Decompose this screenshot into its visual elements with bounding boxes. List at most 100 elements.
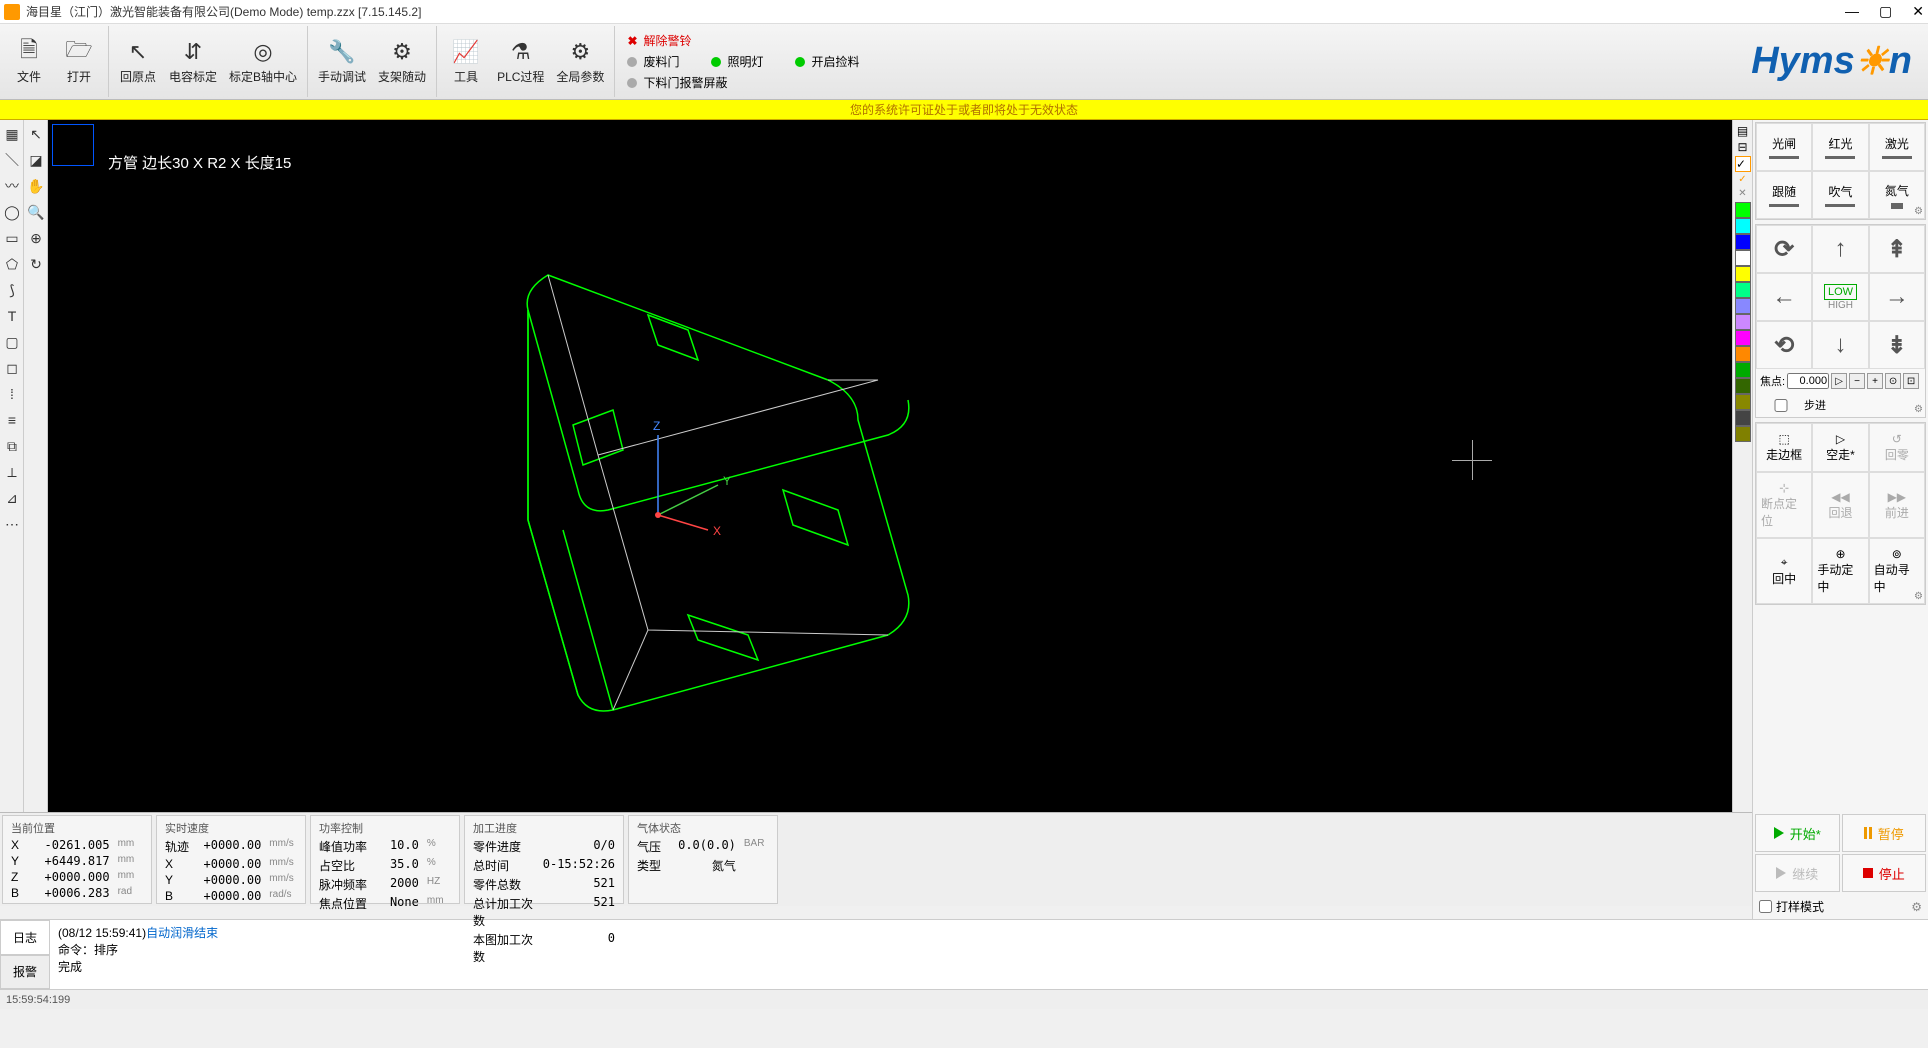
zero-button[interactable]: ↺回零 (1869, 423, 1925, 472)
sample-mode-checkbox[interactable] (1759, 900, 1772, 913)
close-button[interactable]: ✕ (1912, 3, 1924, 20)
tools-button[interactable]: 📈工具 (441, 26, 491, 97)
dim-tool[interactable]: ⊿ (2, 488, 22, 508)
color-swatch[interactable] (1735, 346, 1751, 362)
alarm-tab[interactable]: 报警 (0, 955, 50, 990)
color-swatch[interactable] (1735, 282, 1751, 298)
maximize-button[interactable]: ▢ (1879, 3, 1892, 20)
jog-right-button[interactable]: → (1869, 273, 1925, 321)
breakpoint-button[interactable]: ⊹断点定位 (1756, 472, 1812, 538)
b-center-button[interactable]: ◎标定B轴中心 (223, 26, 303, 97)
cap-calib-button[interactable]: ⇵电容标定 (163, 26, 223, 97)
pan-tool[interactable]: ✋ (26, 176, 46, 196)
color-swatch[interactable] (1735, 202, 1751, 218)
color-swatch[interactable] (1735, 362, 1751, 378)
pointer-tool[interactable]: ↖ (26, 124, 46, 144)
jog-left-button[interactable]: ← (1756, 273, 1812, 321)
color-swatch[interactable] (1735, 394, 1751, 410)
text-tool[interactable]: T (2, 306, 22, 326)
zoom-tool[interactable]: 🔍 (26, 202, 46, 222)
color-swatch[interactable] (1735, 410, 1751, 426)
global-button[interactable]: ⚙全局参数 (550, 26, 610, 97)
light-toggle[interactable]: 照明灯 (727, 53, 763, 70)
check-icon[interactable]: ✓ (1735, 174, 1750, 186)
continue-button[interactable]: 继续 (1755, 854, 1840, 892)
manual-center-button[interactable]: ⊕手动定中 (1812, 538, 1868, 604)
center-button[interactable]: ⌖回中 (1756, 538, 1812, 604)
plc-button[interactable]: ⚗PLC过程 (491, 26, 550, 97)
feed-toggle[interactable]: 开启捡料 (811, 53, 859, 70)
focus-go-button[interactable]: ▷ (1831, 373, 1847, 389)
color-swatch[interactable] (1735, 426, 1751, 442)
align-tool[interactable]: ≡ (2, 410, 22, 430)
color-visible-toggle[interactable]: ✓ (1735, 156, 1751, 172)
gear-icon[interactable]: ⚙ (1911, 900, 1922, 914)
open-button[interactable]: 🗁打开 (54, 26, 104, 97)
follow-button[interactable]: ⚙支架随动 (372, 26, 432, 97)
color-swatch[interactable] (1735, 314, 1751, 330)
grid-icon[interactable]: ▦ (2, 124, 22, 144)
color-swatch[interactable] (1735, 250, 1751, 266)
laser-button[interactable]: 激光 (1869, 123, 1925, 171)
red-light-button[interactable]: 红光 (1812, 123, 1868, 171)
home-button[interactable]: ↖回原点 (113, 26, 163, 97)
layer-tool[interactable]: ⧉ (2, 436, 22, 456)
layer-toggle-icon[interactable]: ⊟ (1735, 140, 1750, 154)
unload-alarm-toggle[interactable]: 下料门报警屏蔽 (643, 74, 727, 91)
scrap-door-toggle[interactable]: 废料门 (643, 53, 679, 70)
line-tool[interactable]: ＼ (2, 150, 22, 170)
back-button[interactable]: ◀◀回退 (1812, 472, 1868, 538)
rect3-tool[interactable]: ◻ (2, 358, 22, 378)
focus-more-button[interactable]: ⊡ (1903, 373, 1919, 389)
layer-header-icon[interactable]: ▤ (1735, 124, 1750, 138)
rotate-ccw-button[interactable]: ⟲ (1756, 321, 1812, 369)
clear-alarm-button[interactable]: 解除警铃 (644, 32, 692, 49)
rotate-cw-button[interactable]: ⟳ (1756, 225, 1812, 273)
viewport-3d[interactable]: 方管 边长30 X R2 X 长度15 Z Y X (48, 120, 1732, 812)
jog-up-button[interactable]: ↑ (1812, 225, 1868, 273)
more-tool[interactable]: ⋯ (2, 514, 22, 534)
rect-tool[interactable]: ▭ (2, 228, 22, 248)
pause-button[interactable]: 暂停 (1842, 814, 1927, 852)
stop-button[interactable]: 停止 (1842, 854, 1927, 892)
color-swatch[interactable] (1735, 266, 1751, 282)
z-down-button[interactable]: ⇟ (1869, 321, 1925, 369)
color-swatch[interactable] (1735, 378, 1751, 394)
rotate-tool[interactable]: ↻ (26, 254, 46, 274)
select-tool[interactable]: ◪ (26, 150, 46, 170)
follow-button[interactable]: 跟随 (1756, 171, 1812, 219)
rect2-tool[interactable]: ▢ (2, 332, 22, 352)
x-icon[interactable]: ✕ (1735, 188, 1750, 200)
speed-toggle[interactable]: LOWHIGH (1812, 273, 1868, 321)
z-up-button[interactable]: ⇞ (1869, 225, 1925, 273)
color-swatch[interactable] (1735, 218, 1751, 234)
shutter-button[interactable]: 光闸 (1756, 123, 1812, 171)
gear-icon[interactable]: ⚙ (1914, 591, 1923, 602)
arc-tool[interactable]: ⟆ (2, 280, 22, 300)
curve-tool[interactable]: 〰 (2, 176, 22, 196)
focus-input[interactable] (1787, 373, 1829, 389)
gear-icon[interactable]: ⚙ (1914, 404, 1923, 415)
color-swatch[interactable] (1735, 234, 1751, 250)
file-button[interactable]: 🗎文件 (4, 26, 54, 97)
manual-button[interactable]: 🔧手动调试 (312, 26, 372, 97)
blow-button[interactable]: 吹气 (1812, 171, 1868, 219)
focus-plus-button[interactable]: + (1867, 373, 1883, 389)
polygon-tool[interactable]: ⬠ (2, 254, 22, 274)
measure-tool[interactable]: ⟂ (2, 462, 22, 482)
focus-reset-button[interactable]: ⊙ (1885, 373, 1901, 389)
circle-tool[interactable]: ◯ (2, 202, 22, 222)
color-swatch[interactable] (1735, 330, 1751, 346)
focus-minus-button[interactable]: − (1849, 373, 1865, 389)
zoom-fit-tool[interactable]: ⊕ (26, 228, 46, 248)
start-button[interactable]: 开始* (1755, 814, 1840, 852)
frame-button[interactable]: ⬚走边框 (1756, 423, 1812, 472)
jog-down-button[interactable]: ↓ (1812, 321, 1868, 369)
gear-icon[interactable]: ⚙ (1914, 206, 1923, 217)
log-tab[interactable]: 日志 (0, 920, 50, 955)
dry-run-button[interactable]: ▷空走* (1812, 423, 1868, 472)
step-checkbox[interactable] (1760, 399, 1802, 412)
dots-tool[interactable]: ⁞ (2, 384, 22, 404)
color-swatch[interactable] (1735, 298, 1751, 314)
minimize-button[interactable]: — (1845, 3, 1859, 20)
